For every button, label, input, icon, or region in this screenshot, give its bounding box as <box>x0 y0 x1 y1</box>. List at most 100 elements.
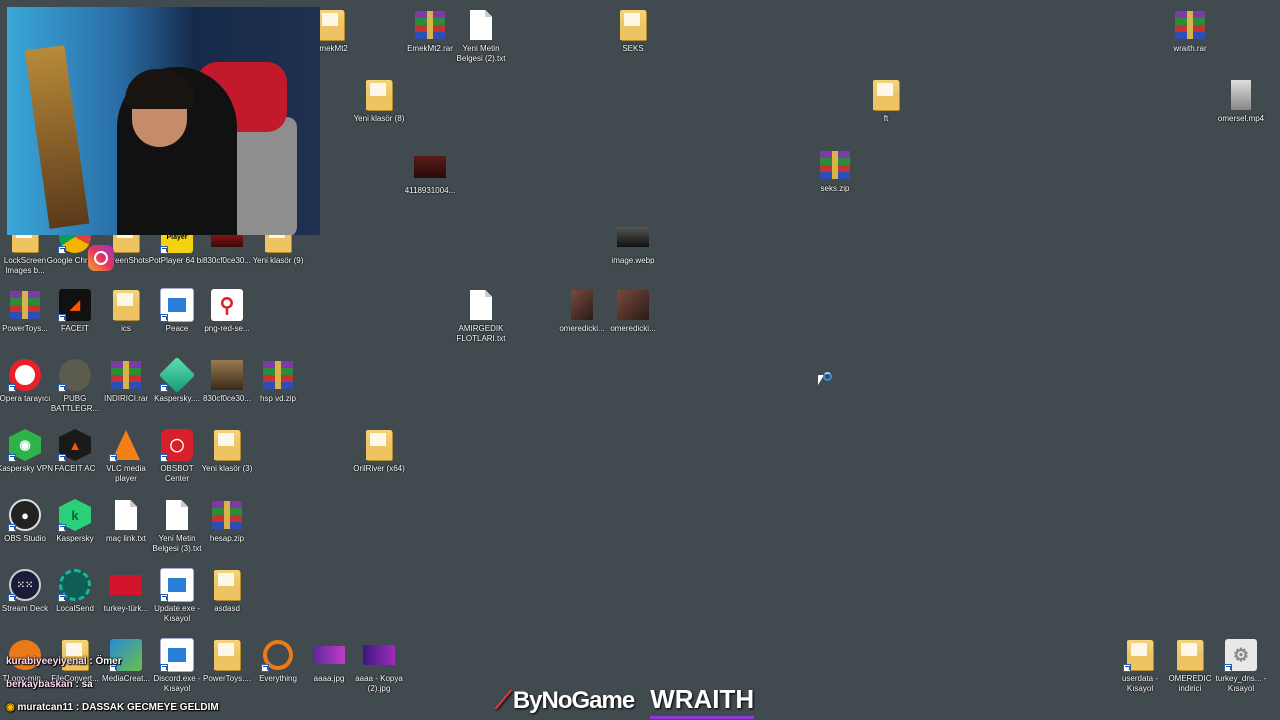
icon-label: maç link.txt <box>105 534 146 543</box>
folder-icon <box>869 78 903 112</box>
desktop-icon-obs-studio[interactable]: ● OBS Studio <box>0 498 50 544</box>
folder-icon <box>210 568 244 602</box>
icon-label: seks.zip <box>820 184 850 193</box>
desktop-icon-image-webp[interactable]: image.webp <box>608 220 658 266</box>
desktop-icon-hesap-zip[interactable]: hesap.zip <box>202 498 252 544</box>
desktop-icon-emekmt2-rar[interactable]: EmekMt2.rar <box>405 8 455 54</box>
desktop-icon-turkey-dns[interactable]: ⚙ turkey_dns... - Kısayol <box>1216 638 1266 694</box>
desktop-icon-png-red-se[interactable]: ⚲ png-red-se... <box>202 288 252 334</box>
desktop-icon-omeredicki-2[interactable]: omeredicki... <box>608 288 658 334</box>
icon-label: Yeni klasör (9) <box>252 256 304 265</box>
desktop-icon-powertoys-folder[interactable]: PowerToys.... <box>202 638 252 684</box>
icon-label: 4118931004... <box>404 186 456 195</box>
desktop-icon-830cf0ce30-b[interactable]: 830cf0ce30... <box>202 358 252 404</box>
text-file-icon <box>464 288 498 322</box>
archive-icon <box>1173 8 1207 42</box>
archive-icon <box>818 148 852 182</box>
faceit-icon: ◢ <box>58 288 92 322</box>
desktop-icon-update-exe[interactable]: Update.exe - Kısayol <box>152 568 202 624</box>
desktop-icon-hsp-vd-zip[interactable]: hsp vd.zip <box>253 358 303 404</box>
chat-message: ◉ muratcan11 : DASSAK GECMEYE GELDIM <box>6 702 219 713</box>
folder-icon <box>362 78 396 112</box>
desktop-icon-ics[interactable]: ics <box>101 288 151 334</box>
chat-username: muratcan11 <box>17 702 74 713</box>
chat-username: kurabiyeeyiyenal <box>6 656 87 667</box>
desktop-icon-yeni-metin-3[interactable]: Yeni Metin Belgesi (3).txt <box>152 498 202 554</box>
webcam-background-object <box>24 45 90 229</box>
obsbot-icon: ◯ <box>160 428 194 462</box>
icon-label: ics <box>121 324 131 333</box>
chat-text: sa <box>81 679 93 690</box>
desktop-icon-powertoys-rar[interactable]: PowerToys... <box>0 288 50 334</box>
desktop-icon-omeredicki-1[interactable]: omeredicki... <box>557 288 607 334</box>
chat-message: berkaybaskan : sa <box>6 679 93 690</box>
icon-label: PowerToys.... <box>202 674 251 683</box>
image-file-icon <box>362 638 396 672</box>
window-app-icon <box>160 568 194 602</box>
desktop-icon-omeredic-indirici[interactable]: OMEREDIC indirici <box>1165 638 1215 694</box>
video-file-icon <box>1224 78 1258 112</box>
desktop-icon-4118931004[interactable]: 4118931004... <box>405 150 455 196</box>
desktop-icon-turkey-turk[interactable]: turkey-türk... <box>101 568 151 614</box>
desktop-icon-amirgedik[interactable]: AMIRGEDIK FLOTLARI.txt <box>456 288 506 344</box>
icon-label: aaaa - Kopya (2).jpg <box>355 674 403 693</box>
desktop-icon-opera[interactable]: Opera tarayıcı <box>0 358 50 404</box>
desktop-icon-aaaa-jpg[interactable]: aaaa.jpg <box>304 638 354 684</box>
archive-icon <box>261 358 295 392</box>
icon-label: turkey_dns... - Kısayol <box>1215 674 1267 693</box>
sponsor-banner: ⟋ByNoGame WRAITH <box>495 684 755 719</box>
stream-deck-icon: ⁙⁙ <box>8 568 42 602</box>
bynogame-logo: ⟋ByNoGame <box>495 687 636 715</box>
desktop-icon-omersel-mp4[interactable]: omersel.mp4 <box>1216 78 1266 124</box>
icon-label: OMEREDIC indirici <box>1168 674 1212 693</box>
desktop-icon-peace[interactable]: Peace <box>152 288 202 334</box>
desktop-icon-faceit-ac[interactable]: ▲ FACEIT AC <box>50 428 100 474</box>
desktop-icon-stream-deck[interactable]: ⁙⁙ Stream Deck <box>0 568 50 614</box>
icon-label: image.webp <box>611 256 655 265</box>
desktop-icon-aaaa-kopya[interactable]: aaaa - Kopya (2).jpg <box>354 638 404 694</box>
icon-label: MediaCreat... <box>101 674 151 683</box>
icon-label: 830cf0ce30... <box>202 256 252 265</box>
folder-icon <box>210 638 244 672</box>
desktop-icon-seks[interactable]: SEKS <box>608 8 658 54</box>
image-file-icon <box>616 288 650 322</box>
desktop-icon-seks-zip[interactable]: seks.zip <box>810 148 860 194</box>
desktop-icon-yeni-klasor-8[interactable]: Yeni klasör (8) <box>354 78 404 124</box>
archive-icon <box>8 288 42 322</box>
desktop-icon-userdata[interactable]: userdata - Kısayol <box>1115 638 1165 694</box>
desktop-icon-yeni-klasor-3[interactable]: Yeni klasör (3) <box>202 428 252 474</box>
desktop-icon-localsend[interactable]: LocalSend <box>50 568 100 614</box>
kaspersky-k-icon: k <box>58 498 92 532</box>
desktop-icon-vlc[interactable]: VLC media player <box>101 428 151 484</box>
vlc-cone-icon <box>109 428 143 462</box>
wraith-logo: WRAITH <box>650 684 755 719</box>
desktop-icon-indirici-rar[interactable]: INDIRICI.rar <box>101 358 151 404</box>
desktop-icon-yeni-metin-2[interactable]: Yeni Metin Belgesi (2).txt <box>456 8 506 64</box>
desktop-icon-faceit[interactable]: ◢ FACEIT <box>50 288 100 334</box>
desktop-icon-obsbot[interactable]: ◯ OBSBOT Center <box>152 428 202 484</box>
desktop-icon-kaspersky-2[interactable]: k Kaspersky <box>50 498 100 544</box>
desktop-icon-kaspersky-1[interactable]: Kaspersky.... <box>152 356 202 404</box>
icon-label: Kaspersky <box>56 534 94 543</box>
desktop-icon-kaspersky-vpn[interactable]: ◉ Kaspersky VPN <box>0 428 53 474</box>
chat-badge-icon: ◉ <box>6 702 15 713</box>
icon-label: 830cf0ce30... <box>202 394 252 403</box>
folder-icon <box>616 8 650 42</box>
icon-label: OrilRiver (x64) <box>353 464 405 473</box>
gear-app-icon: ⚙ <box>1224 638 1258 672</box>
desktop-icon-mac-link[interactable]: maç link.txt <box>101 498 151 544</box>
desktop-icon-everything[interactable]: Everything <box>253 638 303 684</box>
archive-icon <box>210 498 244 532</box>
desktop-icon-ft[interactable]: ft <box>861 78 911 124</box>
desktop-icon-orilriver[interactable]: OrilRiver (x64) <box>353 428 405 474</box>
obs-icon: ● <box>8 498 42 532</box>
icon-label: omersel.mp4 <box>1217 114 1265 123</box>
archive-icon <box>109 358 143 392</box>
desktop-icon-asdasd[interactable]: asdasd <box>202 568 252 614</box>
desktop-icon-discord-exe[interactable]: Discord.exe - Kısayol <box>152 638 202 694</box>
desktop-icon-pubg[interactable]: PUBG BATTLEGR... <box>50 358 100 414</box>
icon-label: hsp vd.zip <box>259 394 297 403</box>
icon-label: asdasd <box>214 604 240 613</box>
desktop-icon-wraith-rar[interactable]: wraith.rar <box>1165 8 1215 54</box>
icon-label: Yeni klasör (8) <box>353 114 405 123</box>
